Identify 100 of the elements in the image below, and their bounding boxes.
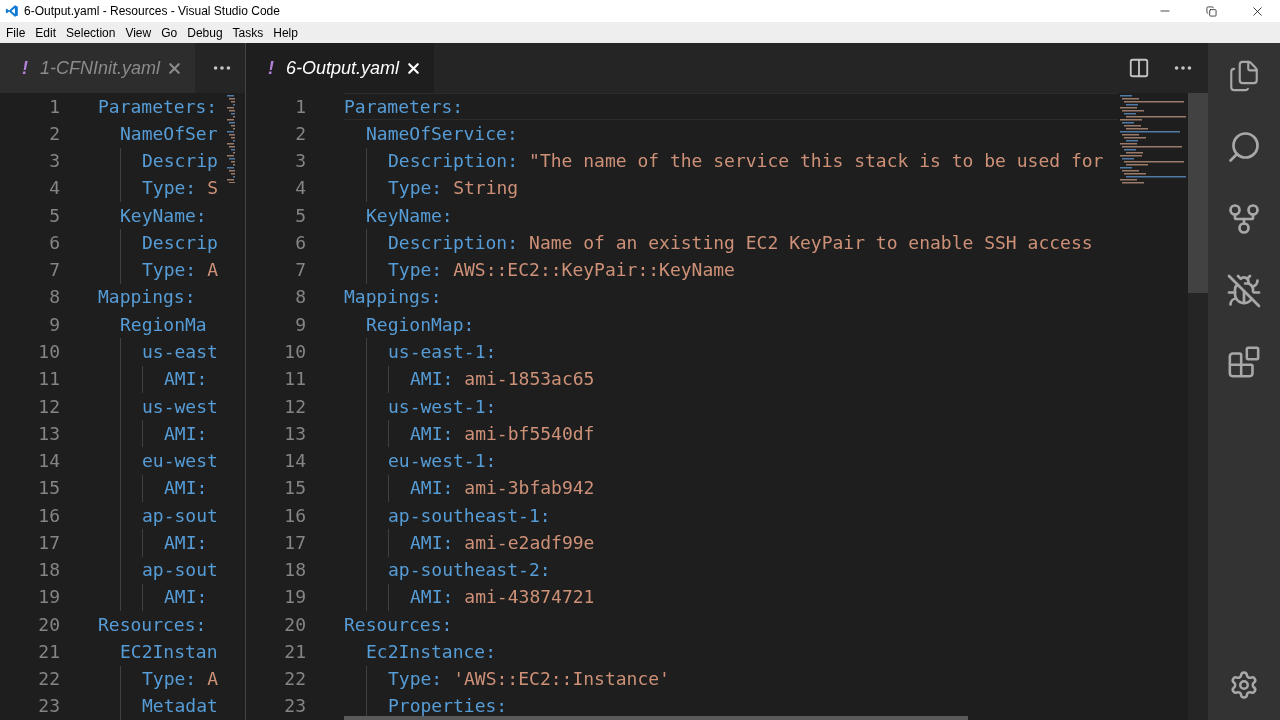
yaml-value: ami-e2adf99e: [464, 533, 595, 552]
line-number: 22: [38, 670, 60, 689]
line-number: 10: [38, 343, 60, 361]
yaml-key: NameOfService:: [366, 124, 518, 143]
yaml-key: Descrip: [142, 233, 218, 252]
yaml-key: Properties:: [388, 697, 508, 716]
yaml-value: ami-1853ac65: [464, 370, 595, 389]
yaml-key: Type:: [142, 670, 197, 689]
line-number: 13: [284, 424, 306, 443]
line-number: 20: [38, 615, 60, 634]
scrollbar-thumb[interactable]: [1188, 93, 1208, 293]
yaml-key: Parameters:: [98, 97, 218, 116]
yaml-key: ap-sout: [142, 506, 218, 525]
line-number: 15: [38, 479, 60, 498]
line-number: 15: [284, 479, 306, 498]
yaml-value: Name of an existing EC2 KeyPair to enable SSH access: [529, 233, 1093, 252]
warning-mark: !: [22, 56, 28, 80]
yaml-key: Type:: [388, 261, 443, 280]
line-number: 23: [38, 697, 60, 716]
menu-item[interactable]: Tasks: [227, 23, 269, 42]
split-editor-icon[interactable]: [1128, 57, 1150, 79]
line-number: 2: [49, 124, 60, 143]
yaml-key: KeyName:: [120, 206, 207, 225]
yaml-key: Ec2Instance:: [366, 642, 497, 661]
search-icon[interactable]: [1226, 129, 1262, 165]
yaml-key: Type:: [142, 179, 197, 198]
line-number: 19: [284, 588, 306, 607]
yaml-value: "The name of the service this stack is to be used for: [529, 152, 1104, 171]
editor-tab[interactable]: ! 6-Output.yaml: [246, 43, 435, 93]
line-number: 8: [295, 288, 306, 307]
yaml-key: AMI:: [410, 370, 454, 389]
yaml-value: S: [207, 179, 219, 198]
yaml-key: AMI:: [410, 588, 454, 607]
line-number: 20: [284, 615, 306, 634]
menu-item[interactable]: View: [120, 23, 157, 42]
menu-item[interactable]: Selection: [61, 23, 121, 42]
editor-tab[interactable]: ! 1-CFNInit.yaml: [0, 43, 195, 93]
extensions-icon[interactable]: [1227, 345, 1261, 379]
yaml-key: Parameters:: [344, 97, 464, 116]
scrollbar-track[interactable]: [1188, 93, 1208, 720]
line-number: 11: [38, 370, 60, 389]
line-number: 5: [295, 206, 306, 225]
yaml-key: ap-sout: [142, 561, 218, 580]
line-number: 9: [295, 315, 306, 334]
horizontal-scrollbar[interactable]: [344, 716, 968, 720]
yaml-key: us-east-1:: [388, 343, 497, 361]
menu-item[interactable]: Go: [156, 23, 183, 42]
menu-item[interactable]: Edit: [30, 23, 62, 42]
line-number: 21: [38, 642, 60, 661]
menu-item[interactable]: Help: [268, 23, 303, 42]
line-number: 8: [49, 288, 60, 307]
yaml-key: Type:: [142, 261, 197, 280]
line-number: 11: [284, 370, 306, 389]
yaml-key: Resources:: [344, 615, 453, 634]
source-control-icon[interactable]: [1226, 201, 1262, 237]
debug-icon[interactable]: [1226, 273, 1262, 309]
yaml-key: AMI:: [164, 588, 208, 607]
yaml-key: AMI:: [410, 533, 454, 552]
yaml-value: ami-3bfab942: [464, 479, 595, 498]
line-number: 10: [284, 343, 306, 361]
line-number: 12: [284, 397, 306, 416]
yaml-value: A: [207, 670, 219, 689]
app-logo-icon: [5, 4, 19, 18]
yaml-key: AMI:: [164, 424, 208, 443]
yaml-key: ap-southeast-1:: [388, 506, 551, 525]
yaml-key: Type:: [388, 670, 443, 689]
yaml-key: Resources:: [98, 615, 207, 634]
line-number: 4: [49, 179, 60, 198]
line-number: 12: [38, 397, 60, 416]
yaml-key: AMI:: [410, 424, 454, 443]
line-number: 22: [284, 670, 306, 689]
line-number: 6: [295, 233, 306, 252]
tab-label: 1-CFNInit.yaml: [40, 56, 160, 80]
yaml-key: Mappings:: [344, 288, 442, 307]
line-number: 16: [38, 506, 60, 525]
yaml-key: EC2Instan: [120, 642, 218, 661]
yaml-key: RegionMa: [120, 315, 207, 334]
yaml-key: AMI:: [164, 479, 208, 498]
yaml-key: NameOfSer: [120, 124, 218, 143]
menu-item[interactable]: Debug: [182, 23, 228, 42]
yaml-key: Mappings:: [98, 288, 196, 307]
line-number: 19: [38, 588, 60, 607]
line-number: 3: [49, 152, 60, 171]
line-number: 1: [49, 97, 60, 116]
line-number: 5: [49, 206, 60, 225]
settings-icon[interactable]: [1229, 670, 1259, 700]
menu-item[interactable]: File: [1, 23, 31, 42]
yaml-key: Metadat: [142, 697, 218, 716]
line-number: 17: [38, 533, 60, 552]
yaml-value: A: [207, 261, 219, 280]
yaml-value: AWS::EC2::KeyPair::KeyName: [453, 261, 735, 280]
files-icon[interactable]: [1227, 59, 1261, 93]
yaml-key: Type:: [388, 179, 443, 198]
line-number: 3: [295, 152, 306, 171]
yaml-value: ami-43874721: [464, 588, 595, 607]
yaml-key: us-west-1:: [388, 397, 497, 416]
warning-mark: !: [268, 56, 274, 80]
tab-label: 6-Output.yaml: [286, 56, 400, 80]
line-number: 9: [49, 315, 60, 334]
yaml-key: AMI:: [164, 370, 208, 389]
